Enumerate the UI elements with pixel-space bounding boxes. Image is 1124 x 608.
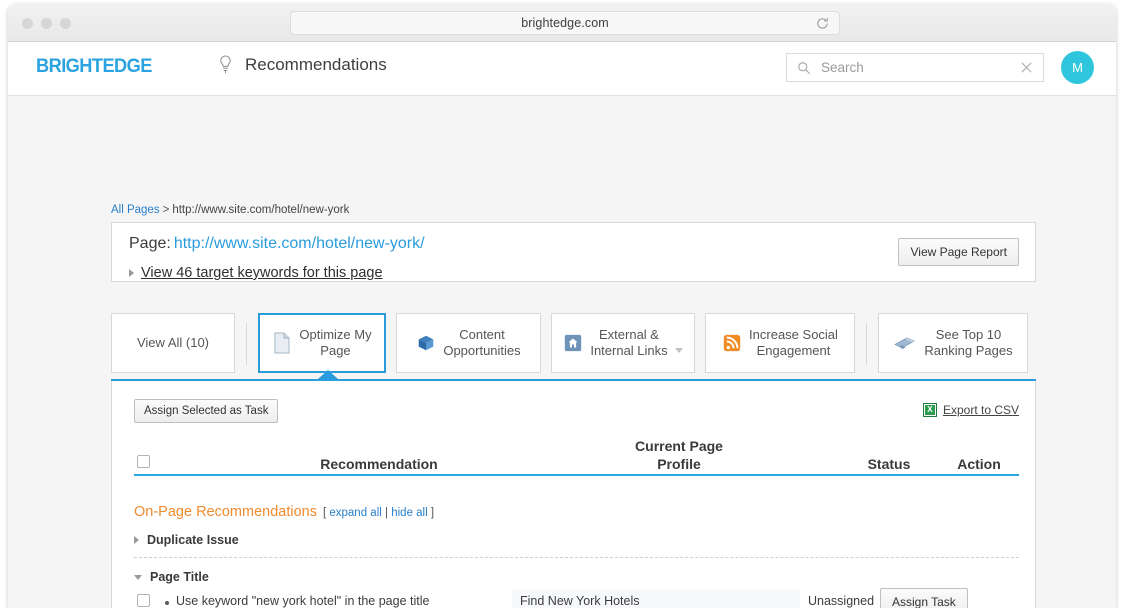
tab-external-internal-links-label: External & Internal Links xyxy=(590,327,668,358)
tab-spacer xyxy=(541,313,551,375)
column-header-current-page-profile: Current Page Profile xyxy=(635,438,723,472)
bullet-icon xyxy=(165,601,169,605)
document-icon xyxy=(274,332,290,354)
group-duplicate-issue-label: Duplicate Issue xyxy=(147,533,239,547)
browser-titlebar: brightedge.com xyxy=(8,4,1116,42)
tab-divider xyxy=(246,323,247,365)
active-tab-pointer xyxy=(318,370,338,379)
search-box[interactable] xyxy=(786,53,1044,82)
page-info-box: Page: http://www.site.com/hotel/new-york/… xyxy=(111,222,1036,282)
box-icon xyxy=(419,335,434,351)
breadcrumb: All Pages > http://www.site.com/hotel/new-… xyxy=(111,204,349,216)
column-header-recommendation: Recommendation xyxy=(320,456,438,472)
recommendation-checkbox-wrap xyxy=(137,594,150,608)
megaphone-icon xyxy=(894,337,916,350)
excel-icon-glyph: X xyxy=(924,405,935,415)
reload-icon[interactable] xyxy=(815,16,830,31)
expand-hide-links: [ expand all | hide all ] xyxy=(323,507,434,519)
hide-all-link[interactable]: hide all xyxy=(391,507,427,519)
close-window-button[interactable] xyxy=(22,18,33,29)
group-page-title[interactable]: Page Title xyxy=(134,570,209,584)
address-bar[interactable]: brightedge.com xyxy=(290,11,840,35)
search-icon xyxy=(798,61,811,74)
avatar[interactable]: M xyxy=(1061,51,1094,84)
onpage-recommendations-header: On-Page Recommendations [ expand all | h… xyxy=(134,504,434,520)
current-page-profile-value: Find New York Hotels xyxy=(520,594,640,608)
select-all-checkbox-wrap xyxy=(137,455,150,473)
breadcrumb-all-pages[interactable]: All Pages xyxy=(111,204,160,216)
export-to-csv-link[interactable]: X Export to CSV xyxy=(922,403,1019,417)
breadcrumb-separator: > xyxy=(162,204,170,216)
tab-spacer xyxy=(695,313,705,375)
bracket-open: [ xyxy=(322,507,327,519)
lightbulb-icon xyxy=(220,55,231,74)
recommendations-panel: Assign Selected as Task X Export to CSV … xyxy=(111,381,1036,608)
window-controls xyxy=(22,18,71,29)
chevron-down-icon xyxy=(134,574,142,580)
chevron-down-icon[interactable] xyxy=(674,347,683,353)
recommendation-text: Use keyword "new york hotel" in the page… xyxy=(176,594,430,608)
breadcrumb-current: http://www.site.com/hotel/new-york xyxy=(172,204,350,216)
app-header: BRIGHTEDGE Recommendations M xyxy=(8,42,1116,96)
minimize-window-button[interactable] xyxy=(41,18,52,29)
tab-see-top-10-ranking-pages-label: See Top 10 Ranking Pages xyxy=(924,327,1013,358)
page-url-line: Page: http://www.site.com/hotel/new-york/ xyxy=(129,235,425,253)
current-page-profile-value-box: Find New York Hotels xyxy=(512,589,800,608)
brightedge-logo[interactable]: BRIGHTEDGE xyxy=(36,56,152,78)
home-icon xyxy=(565,334,582,352)
tab-see-top-10-ranking-pages[interactable]: See Top 10 Ranking Pages xyxy=(878,313,1028,373)
tab-content-opportunities-label: Content Opportunities xyxy=(443,327,521,358)
tab-increase-social-engagement-label: Increase Social Engagement xyxy=(749,327,838,358)
column-header-action: Action xyxy=(957,456,1001,472)
tab-external-internal-links[interactable]: External & Internal Links xyxy=(551,313,695,373)
section-divider xyxy=(134,557,1019,558)
excel-icon: X xyxy=(922,403,937,417)
chevron-right-icon xyxy=(129,269,134,277)
expand-all-link[interactable]: expand all xyxy=(329,507,381,519)
onpage-recommendations-title: On-Page Recommendations xyxy=(134,504,317,520)
rss-icon xyxy=(723,334,741,352)
tab-divider xyxy=(866,323,867,365)
group-page-title-label: Page Title xyxy=(150,570,209,584)
tab-optimize-my-page[interactable]: Optimize My Page xyxy=(258,313,386,373)
chevron-right-icon xyxy=(134,536,139,544)
tab-optimize-my-page-label: Optimize My Page xyxy=(299,327,372,358)
status-badge: Unassigned xyxy=(808,594,875,608)
view-target-keywords-link[interactable]: View 46 target keywords for this page xyxy=(141,265,383,281)
select-all-checkbox[interactable] xyxy=(137,455,150,468)
page-label: Page: xyxy=(129,235,171,252)
bracket-close: ] xyxy=(430,507,435,519)
page-title: Recommendations xyxy=(245,55,387,74)
tab-view-all[interactable]: View All (10) xyxy=(111,313,235,373)
view-page-report-button[interactable]: View Page Report xyxy=(898,238,1019,266)
address-bar-text: brightedge.com xyxy=(521,16,609,30)
tab-view-all-label: View All (10) xyxy=(136,335,209,350)
search-input[interactable] xyxy=(819,59,1020,76)
tab-increase-social-engagement[interactable]: Increase Social Engagement xyxy=(705,313,855,373)
target-keywords-row[interactable]: View 46 target keywords for this page xyxy=(129,265,383,281)
page-body: All Pages > http://www.site.com/hotel/new-… xyxy=(8,96,1116,608)
column-header-status: Status xyxy=(867,456,911,472)
group-duplicate-issue[interactable]: Duplicate Issue xyxy=(134,533,239,547)
table-header: Recommendation Current Page Profile Stat… xyxy=(134,436,1019,476)
page-title-group: Recommendations xyxy=(216,54,387,76)
maximize-window-button[interactable] xyxy=(60,18,71,29)
browser-window: brightedge.com BRIGHTEDGE Recommendation… xyxy=(8,4,1116,608)
links-separator: | xyxy=(385,507,389,519)
page-url-link[interactable]: http://www.site.com/hotel/new-york/ xyxy=(174,235,425,252)
recommendation-checkbox[interactable] xyxy=(137,594,150,607)
assign-task-button[interactable]: Assign Task xyxy=(880,588,968,608)
tab-spacer xyxy=(386,313,396,375)
assign-selected-as-task-button[interactable]: Assign Selected as Task xyxy=(134,399,279,423)
tab-bar: View All (10) Optimize My Page Content O… xyxy=(111,313,1036,375)
tab-content-opportunities[interactable]: Content Opportunities xyxy=(396,313,541,373)
close-icon[interactable] xyxy=(1020,61,1033,74)
export-to-csv-label: Export to CSV xyxy=(942,403,1019,417)
